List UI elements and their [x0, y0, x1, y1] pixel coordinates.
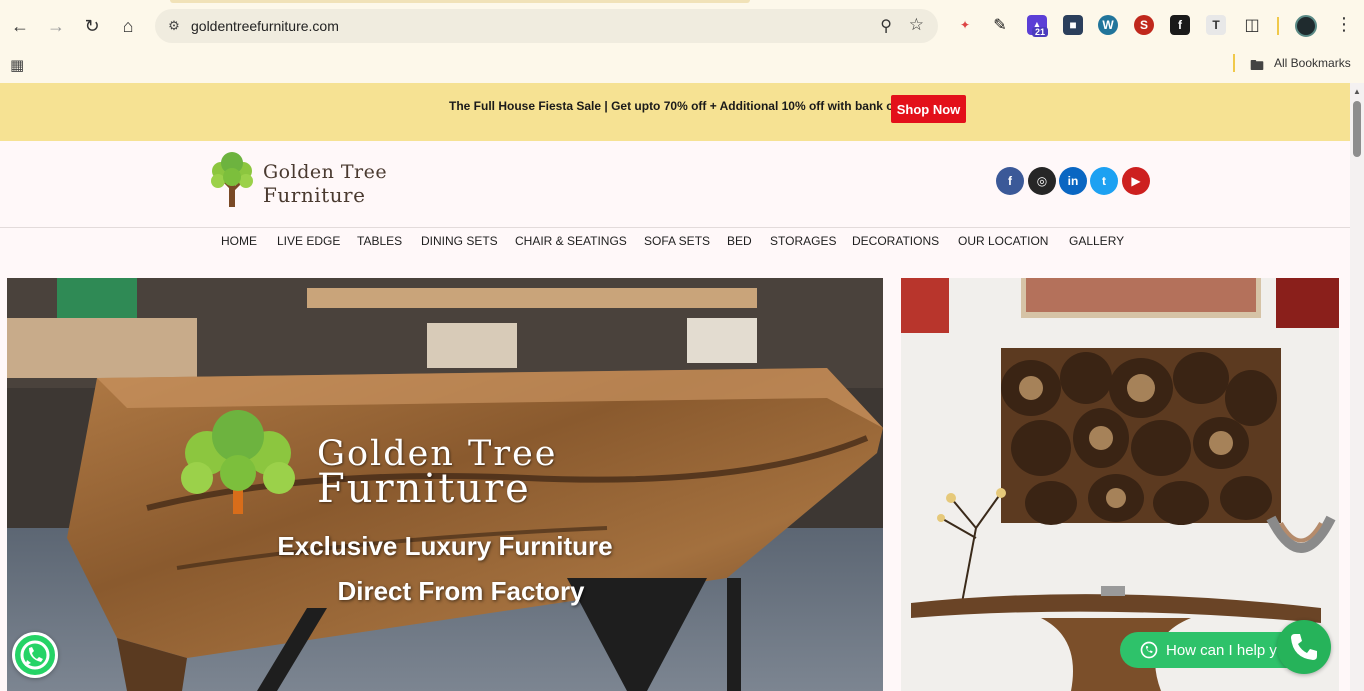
extension-icon[interactable]: T [1206, 15, 1226, 35]
site-info-icon[interactable]: ⚙ [165, 17, 183, 35]
nav-tables[interactable]: TABLES [357, 234, 402, 248]
instagram-icon[interactable]: ◎ [1028, 167, 1056, 195]
twitter-icon[interactable]: t [1090, 167, 1118, 195]
url-text[interactable]: goldentreefurniture.com [191, 18, 339, 34]
nav-bed[interactable]: BED [727, 234, 752, 248]
tree-logo-icon[interactable] [207, 149, 257, 209]
all-bookmarks[interactable]: All Bookmarks [1274, 56, 1351, 70]
color-picker-icon[interactable]: ✦ [955, 15, 975, 35]
shop-now-button[interactable]: Shop Now [891, 95, 966, 123]
toolbar-divider [1277, 17, 1279, 35]
bookmark-divider [1233, 54, 1235, 72]
folder-icon: 🖿 [1250, 57, 1264, 73]
facebook-icon[interactable]: f [996, 167, 1024, 195]
promo-text: The Full House Fiesta Sale | Get upto 70… [449, 99, 920, 113]
home-icon[interactable]: ⌂ [114, 12, 142, 40]
bookmark-star-icon[interactable]: ☆ [909, 15, 924, 35]
logo-text-line2[interactable]: Furniture [263, 183, 365, 207]
nav-decorations[interactable]: DECORATIONS [852, 234, 939, 248]
phone-icon [1291, 634, 1317, 660]
page-scrollbar[interactable]: ▲ [1350, 83, 1364, 691]
main-navigation: HOME LIVE EDGE TABLES DINING SETS CHAIR … [0, 228, 1350, 258]
wall-decor-image [901, 278, 1339, 691]
promo-banner: The Full House Fiesta Sale | Get upto 70… [0, 83, 1350, 141]
linkedin-icon[interactable]: in [1059, 167, 1087, 195]
nav-dining-sets[interactable]: DINING SETS [421, 234, 498, 248]
browser-chrome: ← → ↻ ⌂ ⚙ goldentreefurniture.com ⚲ ☆ ✦ … [0, 0, 1364, 83]
whatsapp-icon [1140, 641, 1158, 659]
more-menu-icon[interactable]: ⋮ [1335, 14, 1353, 35]
active-tab-edge [170, 0, 750, 3]
nav-storages[interactable]: STORAGES [770, 234, 836, 248]
hero-title-line2: Furniture [317, 466, 531, 512]
extensions-puzzle-icon[interactable]: ◫ [1242, 15, 1262, 35]
scrollbar-thumb[interactable] [1353, 101, 1361, 157]
forward-icon[interactable]: → [42, 12, 70, 40]
eyedropper-icon[interactable]: ✎ [990, 15, 1010, 35]
address-bar[interactable]: ⚙ goldentreefurniture.com ⚲ ☆ [155, 9, 938, 43]
nav-live-edge[interactable]: LIVE EDGE [277, 234, 340, 248]
extension-badge: 21 [1032, 27, 1049, 37]
side-banner[interactable] [901, 278, 1339, 691]
logo-text-line1[interactable]: Golden Tree [263, 161, 387, 183]
nav-sofa-sets[interactable]: SOFA SETS [644, 234, 710, 248]
hero-subtitle-line1: Exclusive Luxury Furniture [277, 531, 613, 561]
extension-icon[interactable]: f [1170, 15, 1190, 35]
nav-chair-seatings[interactable]: CHAIR & SEATINGS [515, 234, 627, 248]
wordpress-icon[interactable]: W [1098, 15, 1118, 35]
whatsapp-icon [20, 640, 50, 670]
extension-icon[interactable]: ■ [1063, 15, 1083, 35]
site-header: Golden Tree Furniture f ◎ in t ▶ [0, 141, 1350, 228]
hero-slider[interactable]: Golden Tree Furniture Exclusive Luxury F… [7, 278, 883, 691]
nav-gallery[interactable]: GALLERY [1069, 234, 1124, 248]
web-page: The Full House Fiesta Sale | Get upto 70… [0, 83, 1350, 691]
scroll-up-icon[interactable]: ▲ [1353, 87, 1361, 96]
extension-icon[interactable]: S [1134, 15, 1154, 35]
nav-home[interactable]: HOME [221, 234, 257, 248]
whatsapp-float-button[interactable] [12, 632, 58, 678]
zoom-icon[interactable]: ⚲ [880, 16, 892, 36]
nav-our-location[interactable]: OUR LOCATION [958, 234, 1048, 248]
apps-grid-icon[interactable]: ▦ [10, 56, 24, 74]
youtube-icon[interactable]: ▶ [1122, 167, 1150, 195]
call-button[interactable] [1277, 620, 1331, 674]
profile-avatar[interactable] [1295, 15, 1317, 37]
back-icon[interactable]: ← [6, 12, 34, 40]
hero-subtitle-line2: Direct From Factory [337, 576, 585, 606]
reload-icon[interactable]: ↻ [78, 12, 106, 40]
